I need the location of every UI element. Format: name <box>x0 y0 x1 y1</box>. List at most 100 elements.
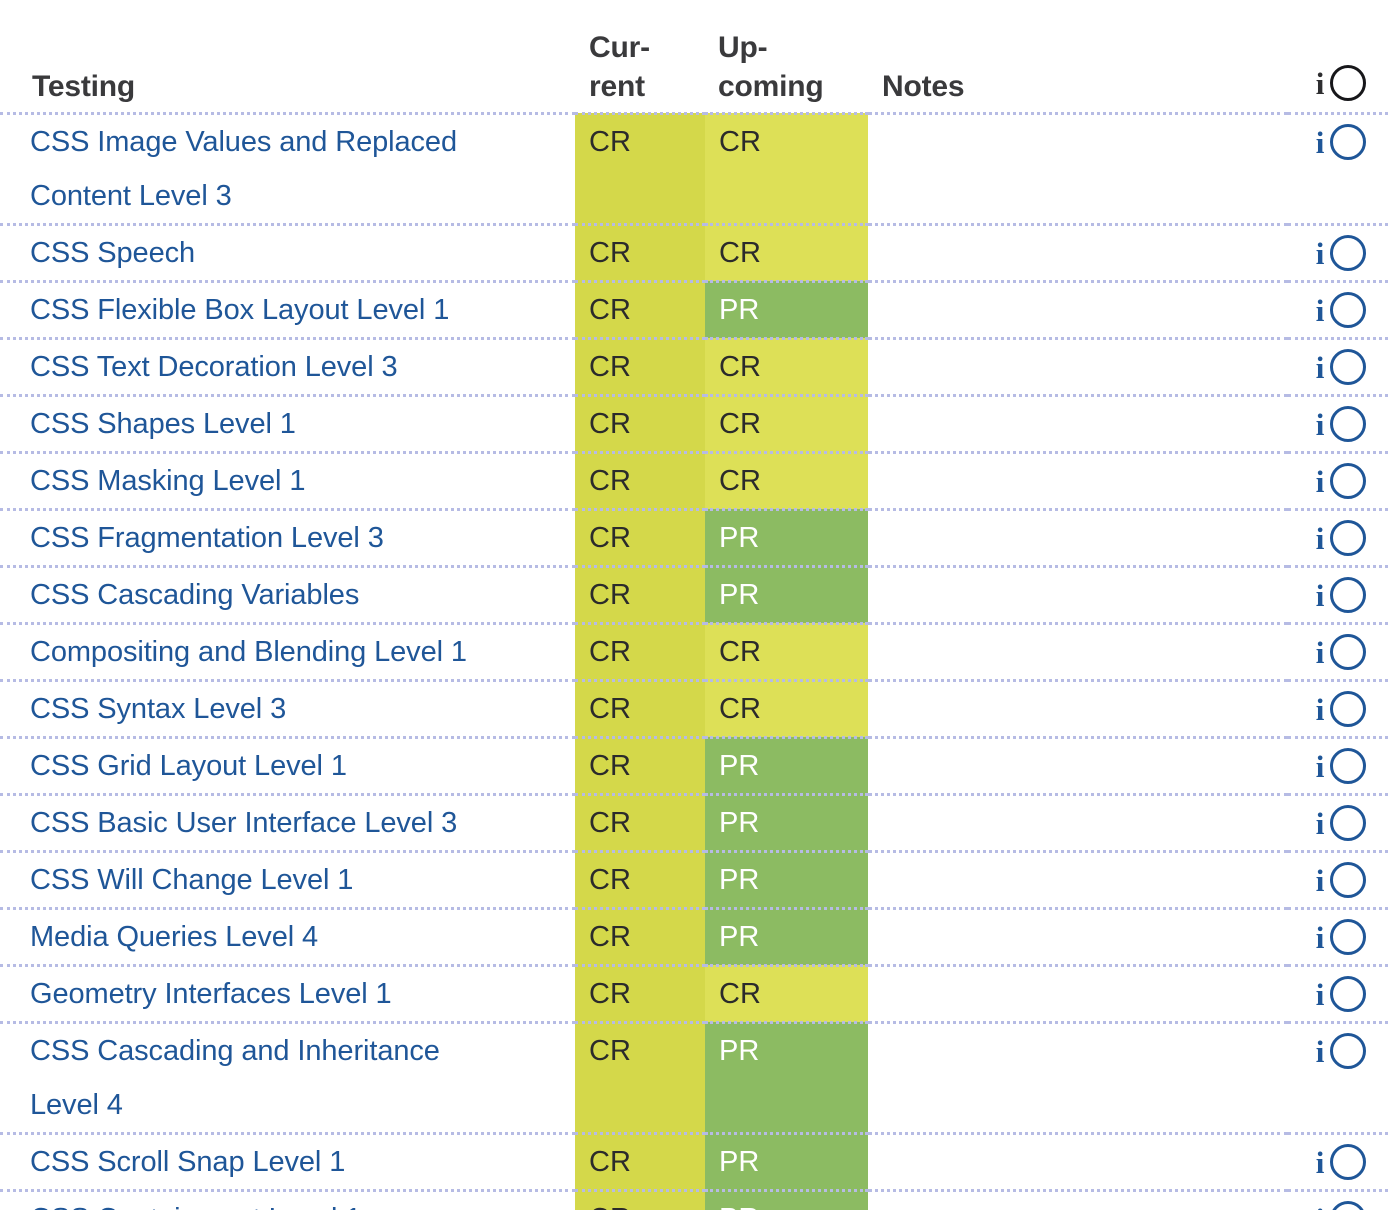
status-cell-upcoming: PR <box>705 509 868 568</box>
spec-name-link[interactable]: CSS Containment Level 1 <box>30 1192 561 1210</box>
circle-checkbox-icon[interactable] <box>1330 975 1366 1012</box>
circle-checkbox-icon[interactable] <box>1330 405 1366 442</box>
circle-checkbox-icon[interactable] <box>1330 519 1366 556</box>
info-icon[interactable]: i <box>1312 922 1328 953</box>
table-row: Compositing and Blending Level 1 CR CR i <box>0 623 1388 682</box>
spec-name-link[interactable]: CSS Speech <box>30 226 561 280</box>
column-header-testing[interactable]: Testing <box>0 0 575 115</box>
info-icon[interactable]: i <box>1312 409 1328 440</box>
spec-name-line: CSS Scroll Snap Level 1 <box>30 1145 346 1178</box>
row-actions-cell: i <box>1288 737 1388 796</box>
spec-name-line: CSS Fragmentation Level 3 <box>30 521 384 554</box>
status-cell-current: CR <box>575 851 705 910</box>
table-row: Geometry Interfaces Level 1 CR CR i <box>0 965 1388 1024</box>
circle-checkbox-icon[interactable] <box>1330 918 1366 955</box>
header-row: Testing Cur- rent Up- coming Notes i <box>0 0 1388 115</box>
info-icon[interactable]: i <box>1312 1204 1328 1210</box>
circle-checkbox-icon[interactable] <box>1330 690 1366 727</box>
circle-checkbox-icon[interactable] <box>1330 291 1366 328</box>
info-icon[interactable]: i <box>1312 523 1328 554</box>
spec-name-link[interactable]: Media Queries Level 4 <box>30 910 561 964</box>
status-cell-upcoming: CR <box>705 623 868 682</box>
info-icon[interactable]: i <box>1312 865 1328 896</box>
spec-name-link[interactable]: Geometry Interfaces Level 1 <box>30 967 561 1021</box>
info-icon[interactable]: i <box>1312 127 1328 158</box>
status-cell-upcoming: CR <box>705 224 868 283</box>
column-header-notes[interactable]: Notes <box>868 0 1288 115</box>
spec-name-line: CSS Text Decoration Level 3 <box>30 350 398 383</box>
circle-checkbox-icon[interactable] <box>1330 123 1366 160</box>
status-cell-upcoming: PR <box>705 851 868 910</box>
notes-cell <box>868 965 1288 1024</box>
column-header-upcoming[interactable]: Up- coming <box>705 0 868 115</box>
circle-checkbox-icon[interactable] <box>1330 64 1366 101</box>
column-header-current[interactable]: Cur- rent <box>575 0 705 115</box>
circle-checkbox-icon[interactable] <box>1330 1200 1366 1210</box>
notes-cell <box>868 1190 1288 1210</box>
circle-checkbox-icon[interactable] <box>1330 747 1366 784</box>
column-header-notes-label: Notes <box>882 69 965 103</box>
spec-name-link[interactable]: CSS Cascading and Inheritance Level 4 <box>30 1024 561 1132</box>
info-icon[interactable]: i <box>1312 637 1328 668</box>
table-row: CSS Fragmentation Level 3 CR PR i <box>0 509 1388 568</box>
info-icon[interactable]: i <box>1312 979 1328 1010</box>
circle-checkbox-icon[interactable] <box>1330 576 1366 613</box>
circle-checkbox-icon[interactable] <box>1330 861 1366 898</box>
spec-name-link[interactable]: CSS Scroll Snap Level 1 <box>30 1135 561 1189</box>
info-icon[interactable]: i <box>1312 751 1328 782</box>
circle-checkbox-icon[interactable] <box>1330 804 1366 841</box>
circle-checkbox-icon[interactable] <box>1330 348 1366 385</box>
status-cell-current: CR <box>575 281 705 340</box>
notes-cell <box>868 851 1288 910</box>
table-row: CSS Grid Layout Level 1 CR PR i <box>0 737 1388 796</box>
info-icon[interactable]: i <box>1312 694 1328 725</box>
spec-name-cell: Geometry Interfaces Level 1 <box>0 965 575 1024</box>
table-row: CSS Text Decoration Level 3 CR CR i <box>0 338 1388 397</box>
row-actions-cell: i <box>1288 113 1388 226</box>
info-icon[interactable]: i <box>1312 68 1328 99</box>
spec-name-link[interactable]: CSS Grid Layout Level 1 <box>30 739 561 793</box>
column-header-current-label: Cur- rent <box>589 30 650 103</box>
status-cell-upcoming: PR <box>705 1190 868 1210</box>
spec-name-link[interactable]: CSS Flexible Box Layout Level 1 <box>30 283 561 337</box>
notes-cell <box>868 224 1288 283</box>
circle-checkbox-icon[interactable] <box>1330 633 1366 670</box>
status-cell-upcoming: PR <box>705 1133 868 1192</box>
info-icon[interactable]: i <box>1312 1147 1328 1178</box>
notes-cell <box>868 395 1288 454</box>
info-icon[interactable]: i <box>1312 1036 1328 1067</box>
status-cell-upcoming: CR <box>705 338 868 397</box>
table-row: Media Queries Level 4 CR PR i <box>0 908 1388 967</box>
status-cell-current: CR <box>575 908 705 967</box>
spec-name-link[interactable]: CSS Syntax Level 3 <box>30 682 561 736</box>
spec-name-link[interactable]: CSS Will Change Level 1 <box>30 853 561 907</box>
info-icon[interactable]: i <box>1312 580 1328 611</box>
circle-checkbox-icon[interactable] <box>1330 234 1366 271</box>
spec-name-link[interactable]: CSS Shapes Level 1 <box>30 397 561 451</box>
spec-name-line: Media Queries Level 4 <box>30 920 319 953</box>
spec-name-link[interactable]: CSS Fragmentation Level 3 <box>30 511 561 565</box>
status-cell-upcoming: PR <box>705 1022 868 1135</box>
spec-name-link[interactable]: CSS Image Values and Replaced Content Lev… <box>30 115 561 223</box>
spec-name-line: CSS Containment Level 1 <box>30 1192 561 1210</box>
notes-cell <box>868 452 1288 511</box>
spec-name-link[interactable]: CSS Basic User Interface Level 3 <box>30 796 561 850</box>
status-cell-current: CR <box>575 566 705 625</box>
spec-name-line: CSS Flexible Box Layout Level 1 <box>30 293 450 326</box>
info-icon[interactable]: i <box>1312 352 1328 383</box>
row-actions-cell: i <box>1288 338 1388 397</box>
spec-name-link[interactable]: CSS Text Decoration Level 3 <box>30 340 561 394</box>
table-row: CSS Scroll Snap Level 1 CR PR i <box>0 1133 1388 1192</box>
circle-checkbox-icon[interactable] <box>1330 1032 1366 1069</box>
spec-name-cell: CSS Syntax Level 3 <box>0 680 575 739</box>
spec-name-link[interactable]: Compositing and Blending Level 1 <box>30 625 561 679</box>
spec-name-link[interactable]: CSS Cascading Variables <box>30 568 561 622</box>
circle-checkbox-icon[interactable] <box>1330 1143 1366 1180</box>
info-icon[interactable]: i <box>1312 238 1328 269</box>
status-cell-current: CR <box>575 623 705 682</box>
info-icon[interactable]: i <box>1312 295 1328 326</box>
circle-checkbox-icon[interactable] <box>1330 462 1366 499</box>
info-icon[interactable]: i <box>1312 466 1328 497</box>
info-icon[interactable]: i <box>1312 808 1328 839</box>
spec-name-link[interactable]: CSS Masking Level 1 <box>30 454 561 508</box>
